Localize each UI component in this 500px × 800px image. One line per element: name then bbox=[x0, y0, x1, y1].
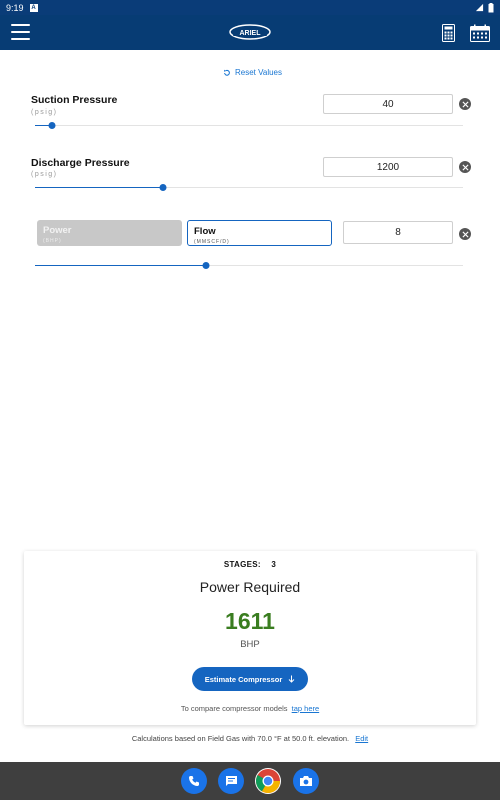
power-toggle-label: Power bbox=[43, 225, 72, 236]
estimate-compressor-button[interactable]: Estimate Compressor bbox=[192, 667, 308, 691]
messages-app-icon[interactable] bbox=[218, 768, 244, 794]
notification-badge: A bbox=[29, 3, 38, 12]
flow-toggle-label: Flow bbox=[194, 226, 216, 237]
clear-suction-icon[interactable] bbox=[459, 98, 471, 110]
hamburger-menu-icon[interactable] bbox=[11, 24, 30, 40]
stages-label: STAGES: bbox=[223, 560, 261, 569]
discharge-slider-thumb[interactable] bbox=[159, 184, 167, 191]
power-required-unit: BHP bbox=[240, 639, 260, 650]
calculation-note: Calculations based on Field Gas with 70.… bbox=[0, 734, 500, 743]
system-dock bbox=[0, 762, 500, 800]
discharge-pressure-input[interactable]: 1200 bbox=[323, 157, 453, 177]
compare-models-text: To compare compressor models tap here bbox=[24, 704, 476, 713]
edit-conditions-link[interactable]: Edit bbox=[355, 734, 368, 743]
ariel-logo: ARIEL bbox=[229, 24, 271, 40]
calculator-icon[interactable] bbox=[442, 24, 455, 42]
stages-value: 3 bbox=[271, 560, 277, 569]
suction-pressure-label: Suction Pressure bbox=[31, 94, 118, 106]
stages-row: STAGES: 3 bbox=[24, 560, 476, 569]
flow-toggle-button[interactable]: Flow (MMSCF/D) bbox=[187, 220, 332, 246]
suction-pressure-unit: (psig) bbox=[31, 109, 58, 116]
phone-app-icon[interactable] bbox=[181, 768, 207, 794]
chrome-app-icon[interactable] bbox=[255, 768, 281, 794]
compare-models-label: To compare compressor models bbox=[180, 704, 288, 713]
flow-slider[interactable] bbox=[35, 261, 463, 271]
status-time: 9:19 bbox=[6, 2, 24, 13]
discharge-pressure-slider[interactable] bbox=[35, 183, 463, 193]
status-bar: 9:19 A bbox=[0, 0, 500, 15]
discharge-pressure-label: Discharge Pressure bbox=[31, 157, 130, 169]
clear-flow-icon[interactable] bbox=[459, 228, 471, 240]
reset-values-button[interactable]: Reset Values bbox=[223, 68, 282, 77]
reset-values-label: Reset Values bbox=[235, 68, 282, 77]
flow-toggle-unit: (MMSCF/D) bbox=[194, 239, 230, 245]
result-card: STAGES: 3 Power Required 1611 BHP Estima… bbox=[24, 551, 476, 725]
suction-pressure-input[interactable]: 40 bbox=[323, 94, 453, 114]
power-required-title: Power Required bbox=[199, 579, 301, 595]
app-bar: ARIEL bbox=[0, 15, 500, 50]
reset-icon bbox=[223, 69, 230, 76]
signal-icon bbox=[475, 3, 484, 12]
suction-pressure-slider[interactable] bbox=[35, 121, 463, 131]
discharge-pressure-unit: (psig) bbox=[31, 171, 58, 178]
battery-icon bbox=[488, 2, 494, 12]
flow-slider-thumb[interactable] bbox=[202, 262, 210, 269]
power-toggle-button[interactable]: Power (BHP) bbox=[37, 220, 182, 246]
calendar-icon[interactable] bbox=[470, 24, 490, 42]
power-required-value: 1611 bbox=[225, 608, 275, 634]
power-toggle-unit: (BHP) bbox=[43, 238, 62, 244]
suction-slider-thumb[interactable] bbox=[48, 122, 56, 129]
compare-tap-here-link[interactable]: tap here bbox=[292, 704, 320, 713]
clear-discharge-icon[interactable] bbox=[459, 161, 471, 173]
calculation-note-text: Calculations based on Field Gas with 70.… bbox=[131, 734, 350, 743]
svg-text:ARIEL: ARIEL bbox=[240, 30, 262, 37]
status-icons bbox=[475, 2, 494, 13]
estimate-compressor-label: Estimate Compressor bbox=[204, 674, 283, 684]
camera-app-icon[interactable] bbox=[293, 768, 319, 794]
arrow-down-icon bbox=[288, 675, 295, 683]
flow-input[interactable]: 8 bbox=[343, 221, 453, 244]
